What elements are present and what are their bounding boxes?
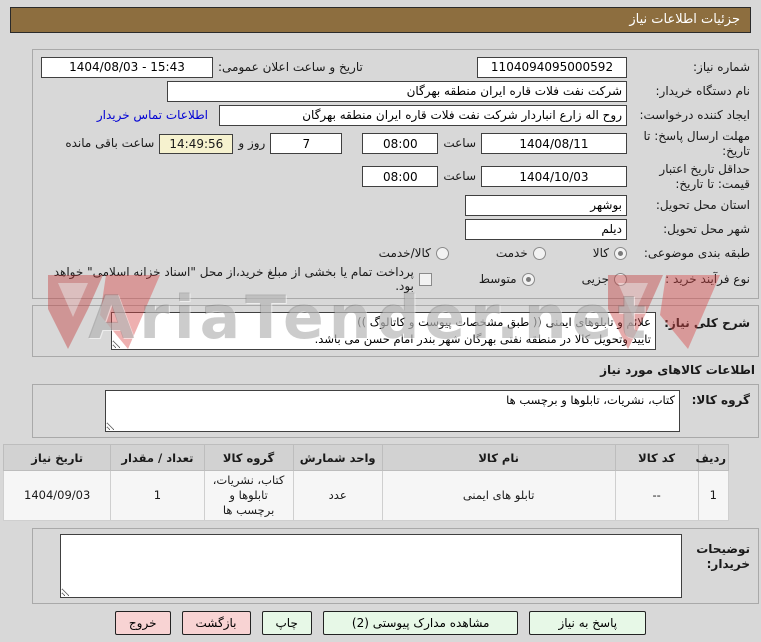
buyer-notes-section: توضیحات خریدار: — [32, 527, 759, 604]
buyer-notes-textarea[interactable] — [60, 533, 682, 598]
table-row: 1 -- تابلو های ایمنی عدد کتاب، نشریات، ت… — [2, 470, 730, 521]
buyer-notes-label: توضیحات خریدار: — [696, 541, 750, 572]
remaining-time-countdown: 14:49:56 — [159, 133, 234, 154]
price-validity-row: حداقل تاریخ اعتبار قیمت: تا تاریخ: ساعت — [41, 160, 750, 193]
city-input[interactable] — [465, 218, 627, 240]
exit-button[interactable]: خروج — [114, 610, 171, 635]
col-header-group: گروه کالا — [203, 444, 294, 471]
process-type-label: نوع فرآیند خرید : — [665, 271, 750, 286]
cell-quantity: 1 — [110, 470, 205, 521]
col-header-row-no: ردیف — [695, 444, 730, 471]
city-label: شهر محل تحویل: — [663, 221, 750, 236]
response-deadline-label: مهلت ارسال پاسخ: تا تاریخ: — [643, 128, 750, 158]
back-button[interactable]: بازگشت — [181, 610, 251, 635]
radio-option-goods-service[interactable]: کالا/خدمت — [379, 246, 449, 260]
request-creator-row: ایجاد کننده درخواست: اطلاعات تماس خریدار — [41, 103, 750, 127]
radio-partial-icon[interactable] — [614, 272, 627, 286]
description-section: شرح کلی نیاز: علائم و تابلوهای ایمنی (( … — [32, 305, 759, 357]
announce-label: تاریخ و ساعت اعلان عمومی: — [218, 59, 363, 74]
need-number-input[interactable] — [477, 56, 627, 78]
radio-goods-icon[interactable] — [614, 246, 627, 260]
view-attachments-button[interactable]: مشاهده مدارک پیوستی (2) — [322, 610, 519, 635]
respond-to-need-button[interactable]: پاسخ به نیاز — [529, 610, 647, 635]
action-button-bar: پاسخ به نیاز مشاهده مدارک پیوستی (2) چاپ… — [0, 610, 761, 635]
radio-goods-service-label: کالا/خدمت — [378, 246, 431, 260]
page-title: جزئیات اطلاعات نیاز — [10, 7, 751, 33]
response-deadline-row: مهلت ارسال پاسخ: تا تاریخ: ساعت روز و 14… — [41, 127, 750, 160]
province-row: استان محل تحویل: — [41, 193, 750, 217]
response-deadline-date-input[interactable] — [481, 133, 627, 154]
radio-medium-label: متوسط — [478, 272, 517, 286]
buyer-org-input[interactable] — [167, 80, 627, 102]
request-creator-label: ایجاد کننده درخواست: — [639, 107, 750, 122]
city-row: شهر محل تحویل: — [41, 217, 750, 241]
radio-service-icon[interactable] — [532, 246, 546, 260]
process-type-row: نوع فرآیند خرید : جزیی متوسط پرداخت تمام… — [41, 265, 750, 293]
classification-row: طبقه بندی موضوعی: کالا خدمت کالا/خدمت — [41, 241, 750, 265]
treasury-checkbox-label: پرداخت تمام یا بخشی از مبلغ خرید،از محل … — [53, 265, 414, 293]
cell-unit: عدد — [292, 470, 383, 521]
treasury-checkbox-option[interactable]: پرداخت تمام یا بخشی از مبلغ خرید،از محل … — [49, 265, 432, 293]
radio-option-partial[interactable]: جزیی — [582, 272, 627, 286]
remaining-days-label: روز و — [238, 136, 266, 150]
price-validity-time-input[interactable] — [362, 166, 439, 187]
remaining-days-input[interactable] — [270, 133, 343, 154]
col-header-need-date: تاریخ نیاز — [2, 444, 112, 471]
price-validity-label: حداقل تاریخ اعتبار قیمت: تا تاریخ: — [659, 161, 750, 191]
description-label: شرح کلی نیاز: — [664, 316, 750, 330]
request-creator-input[interactable] — [219, 104, 627, 126]
response-deadline-time-input[interactable] — [362, 133, 439, 154]
province-label: استان محل تحویل: — [655, 197, 750, 212]
price-validity-date-input[interactable] — [481, 166, 627, 187]
goods-info-header: اطلاعات کالاهای مورد نیاز — [600, 363, 755, 377]
radio-service-label: خدمت — [495, 246, 528, 260]
cell-need-date: 1404/09/03 — [2, 470, 112, 521]
announce-datetime-input[interactable] — [41, 56, 213, 78]
cell-row-no: 1 — [697, 470, 730, 521]
goods-group-section: گروه کالا: کتاب، نشریات، تابلوها و برچسب… — [32, 384, 759, 438]
col-header-unit: واحد شمارش — [292, 444, 383, 471]
goods-group-textarea[interactable]: کتاب، نشریات، تابلوها و برچسب ها — [105, 390, 680, 432]
goods-table-header-row: ردیف کد کالا نام کالا واحد شمارش گروه کا… — [2, 444, 730, 471]
cell-goods-code: -- — [614, 470, 699, 521]
need-number-label: شماره نیاز: — [693, 59, 750, 74]
treasury-checkbox-icon[interactable] — [418, 272, 432, 286]
col-header-goods-code: کد کالا — [614, 444, 699, 471]
buyer-org-row: نام دستگاه خریدار: — [41, 79, 750, 103]
buyer-org-label: نام دستگاه خریدار: — [655, 83, 751, 98]
radio-option-service[interactable]: خدمت — [496, 246, 546, 260]
buyer-contact-link[interactable]: اطلاعات تماس خریدار — [97, 108, 208, 122]
price-validity-hour-label: ساعت — [443, 169, 476, 183]
description-textarea[interactable]: علائم و تابلوهای ایمنی (( طبق مشخصات پیو… — [111, 312, 656, 350]
need-number-row: شماره نیاز: تاریخ و ساعت اعلان عمومی: — [41, 55, 750, 79]
radio-option-goods[interactable]: کالا — [593, 246, 627, 260]
col-header-goods-name: نام کالا — [381, 444, 616, 471]
province-input[interactable] — [465, 194, 627, 216]
print-button[interactable]: چاپ — [261, 610, 312, 635]
radio-option-medium[interactable]: متوسط — [479, 272, 535, 286]
classification-label: طبقه بندی موضوعی: — [643, 245, 750, 260]
col-header-quantity: تعداد / مقدار — [110, 444, 205, 471]
response-hour-label: ساعت — [443, 136, 476, 150]
cell-goods-name: تابلو های ایمنی — [381, 470, 616, 521]
radio-partial-label: جزیی — [581, 272, 609, 286]
radio-goods-service-icon[interactable] — [435, 246, 449, 260]
tender-detail-page: { "title_bar": { "title": "جزئیات اطلاعا… — [0, 7, 761, 642]
remaining-time-label: ساعت باقی مانده — [65, 136, 155, 150]
need-info-section: شماره نیاز: تاریخ و ساعت اعلان عمومی: نا… — [32, 49, 759, 299]
goods-table: ردیف کد کالا نام کالا واحد شمارش گروه کا… — [2, 444, 730, 521]
cell-group: کتاب، نشریات، تابلوها و برچسب ها — [203, 470, 294, 521]
radio-goods-label: کالا — [592, 246, 609, 260]
goods-group-label: گروه کالا: — [691, 393, 750, 407]
radio-medium-icon[interactable] — [521, 272, 535, 286]
